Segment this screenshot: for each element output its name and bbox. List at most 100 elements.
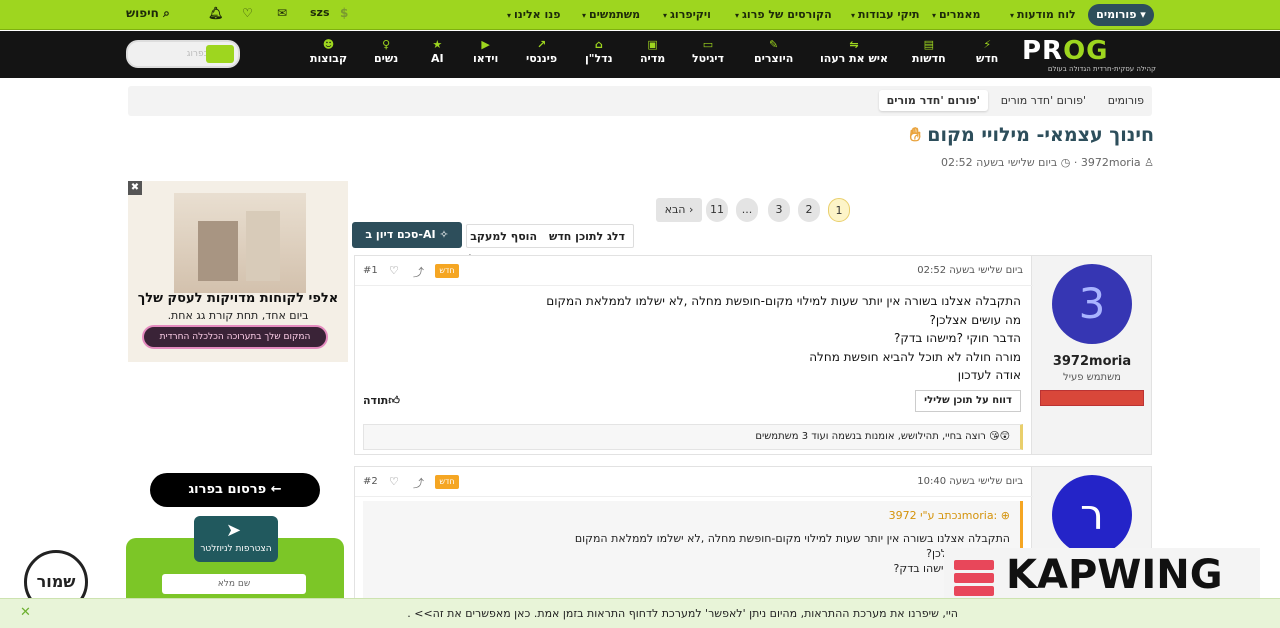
follow-button[interactable]: הוסף למעקב — [470, 230, 537, 243]
telegram-label: הצטרפות לניוזלטר — [200, 544, 272, 554]
ai-summary-label: סכם דיון ב-AI — [365, 228, 436, 241]
brush-icon: ✎ — [769, 38, 779, 51]
nav-groups[interactable]: ☻ קבוצות — [310, 38, 347, 65]
nav-new[interactable]: ⚡︎ חדש — [976, 38, 998, 65]
breadcrumb-current[interactable]: פורום 'חדר מורים' — [878, 90, 988, 111]
nav-news[interactable]: ▤ חדשות — [912, 38, 946, 65]
page-button[interactable]: 3 — [768, 198, 790, 222]
post-username[interactable]: 3972moria — [1032, 354, 1152, 369]
nav-finance[interactable]: ↗ פיננסי — [526, 38, 557, 65]
breadcrumb-item[interactable]: פורומים — [1108, 94, 1144, 107]
nav-media[interactable]: ▣ מדיה — [640, 38, 665, 65]
close-icon[interactable]: ✖ — [128, 181, 142, 195]
currency-icon[interactable]: $ — [340, 6, 348, 20]
quote-header[interactable]: נכתב ע"י 3972moria: ⊕ — [889, 509, 1010, 522]
star-icon: ★ — [432, 38, 443, 51]
sidebar-ad[interactable]: ✖ אלפי לקוחות מדויקות לעסק שלך ביום אחד,… — [128, 181, 348, 362]
nav-label: נדל"ן — [585, 52, 613, 65]
mail-icon[interactable]: ✉ — [277, 6, 287, 20]
title-text: חינוך עצמאי- מילויי מקום — [927, 124, 1154, 146]
jump-new-button[interactable]: דלג לתוכן חדש — [549, 230, 625, 243]
avatar[interactable]: 3 — [1052, 264, 1132, 344]
topbar-item-portfolios[interactable]: ▾ תיקי עבודות — [851, 8, 920, 21]
heart-icon[interactable]: ♡ — [389, 264, 399, 277]
thanks-button[interactable]: תודה👍︎ — [363, 394, 400, 407]
wave-icon: ✋︎ — [909, 124, 921, 146]
nav-video[interactable]: ▶ וידאו — [473, 38, 498, 65]
topbar-item-articles[interactable]: ▾ מאמרים — [932, 8, 980, 21]
user-icon: ♙ — [1144, 156, 1154, 169]
ai-summary-button[interactable]: סכם דיון ב-AI ✧ — [352, 222, 462, 248]
ad-cta-button[interactable]: המקום שלך בתערוכה הכלכלה החרדית — [142, 325, 328, 349]
building-icon: ⌂ — [594, 38, 603, 51]
nav-label: קבוצות — [310, 52, 348, 65]
quote-author: נכתב ע"י 3972moria: — [888, 509, 998, 522]
page-button[interactable]: 2 — [798, 198, 820, 222]
search-graphic-icon — [206, 45, 234, 63]
topbar-item-label: פנו אלינו — [514, 8, 561, 21]
nav-label: חדש — [976, 52, 999, 65]
reactions-bar[interactable]: 😲😘 רוצה בחיי, תהילושש, אומנות בנשמה ועוד… — [363, 424, 1023, 450]
avatar[interactable]: ר — [1052, 475, 1132, 555]
post-line: אודה לעדכון — [957, 368, 1021, 383]
notification-text[interactable]: היי, שיפרנו את מערכת ההתראות, מהיום ניתן… — [407, 607, 958, 620]
nav-networking[interactable]: ⇋ איש את רעהו — [820, 38, 888, 65]
ad-subtitle: ביום אחד, תחת קורת גג אחת. — [167, 309, 309, 322]
nav-women[interactable]: ♀ נשים — [374, 38, 398, 65]
topbar-item-contact[interactable]: ▾ פנו אלינו — [507, 8, 561, 21]
site-logo[interactable]: PROG קהילה עסקית-חרדית הגדולה בעולם — [1022, 37, 1156, 73]
lightning-icon: ⚡︎ — [983, 38, 992, 51]
telegram-join-button[interactable]: ➤ הצטרפות לניוזלטר — [194, 516, 278, 562]
post-date[interactable]: ביום שלישי בשעה 10:40 — [917, 476, 1023, 487]
nav-label: פיננסי — [526, 52, 558, 65]
notification-bar[interactable]: ✕ היי, שיפרנו את מערכת ההתראות, מהיום ני… — [0, 598, 1280, 628]
sparkle-icon: ✧ — [439, 228, 449, 241]
reaction-icons: 😲😘 — [989, 431, 1010, 442]
thread-time: ביום שלישי בשעה 02:52 — [940, 156, 1058, 169]
post-line: הדבר חוקי ?מישהו בדק? — [893, 331, 1021, 346]
topbar-item-label: ויקיפרוג — [670, 8, 711, 21]
nav-realestate[interactable]: ⌂ נדל"ן — [585, 38, 613, 65]
clock-icon: ◷ — [1060, 156, 1071, 169]
close-icon[interactable]: ✕ — [20, 605, 31, 620]
monitor-icon: ▭ — [702, 38, 714, 51]
heart-icon[interactable]: ♡ — [389, 475, 399, 488]
thread-author[interactable]: 3972moria — [1081, 156, 1141, 169]
page-button-current[interactable]: 1 — [828, 198, 850, 222]
nav-label: חדשות — [912, 52, 946, 65]
post-number[interactable]: #1 — [363, 265, 378, 276]
topbar-item-label: הקורסים של פרוג — [742, 8, 832, 21]
topbar-item-users[interactable]: ▾ משתמשים — [582, 8, 640, 21]
nav-ai[interactable]: ★ AI — [431, 38, 444, 65]
nav-label: דיגיטל — [692, 52, 724, 65]
user-rank-bar — [1040, 390, 1144, 406]
woman-icon: ♀ — [382, 38, 391, 51]
username[interactable]: szs — [310, 6, 330, 19]
topbar-item-wiki[interactable]: ▾ ויקיפרוג — [663, 8, 711, 21]
logo-text: PR — [1022, 36, 1064, 66]
topbar-item-boards[interactable]: ▾ לוח מודעות — [1010, 8, 1076, 21]
report-button[interactable]: דווח על תוכן שלילי — [915, 390, 1021, 412]
logo-tagline: קהילה עסקית-חרדית הגדולה בעולם — [1047, 65, 1156, 73]
forums-menu-button[interactable]: פורומים ▾ — [1088, 4, 1154, 26]
nav-label: נשים — [374, 52, 399, 65]
breadcrumb-item[interactable]: פורום 'חדר מורים' — [1001, 94, 1086, 107]
next-page-button[interactable]: הבא › — [656, 198, 702, 222]
search-input[interactable]: חפשו בפרוג — [126, 40, 240, 68]
post-number[interactable]: #2 — [363, 476, 378, 487]
name-field[interactable]: שם מלא — [162, 574, 306, 594]
heart-icon[interactable]: ♡ — [242, 6, 253, 20]
publish-button[interactable]: פרסום בפרוג ← — [150, 473, 320, 507]
bell-icon[interactable]: 🔔︎ — [208, 6, 223, 20]
nav-digital[interactable]: ▭ דיגיטל — [692, 38, 724, 65]
quote-line: התקבלה אצלנו בשורה אין יותר שעות למילוי … — [574, 532, 1010, 545]
share-icon[interactable]: ⤴ — [413, 264, 424, 280]
nav-creators[interactable]: ✎ היוצרים — [754, 38, 793, 65]
topbar-item-label: משתמשים — [589, 8, 641, 21]
page-button[interactable]: 11 — [706, 198, 728, 222]
post-date[interactable]: ביום שלישי בשעה 02:52 — [917, 265, 1023, 276]
share-icon[interactable]: ⤴ — [413, 475, 424, 491]
topbar-item-courses[interactable]: ▾ הקורסים של פרוג — [735, 8, 832, 21]
search-button[interactable]: חיפוש ⌕ — [126, 6, 170, 21]
chart-icon: ↗ — [536, 38, 547, 51]
